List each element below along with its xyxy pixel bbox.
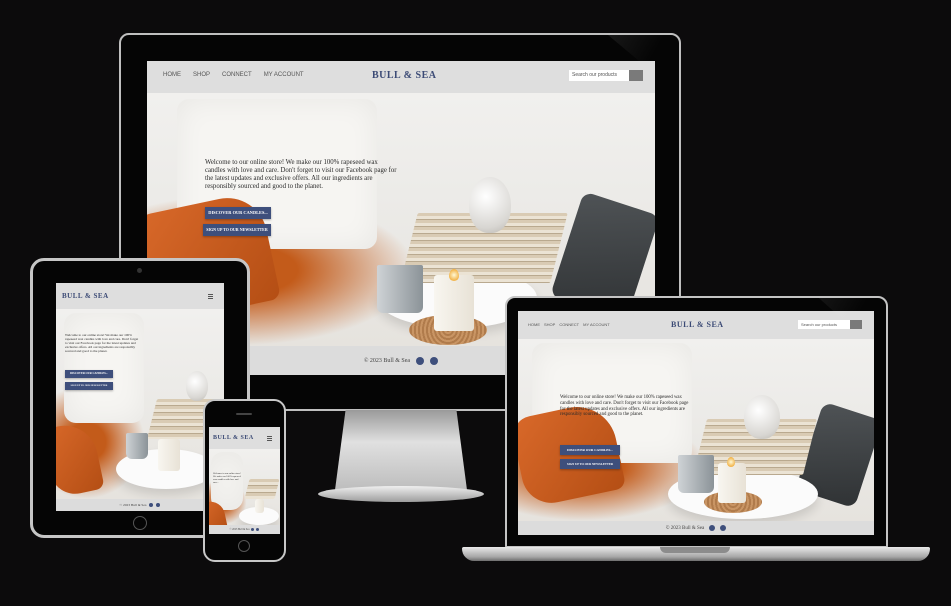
search-input[interactable]: Search our products xyxy=(569,70,629,81)
tablet-discover-button[interactable]: DISCOVER OUR CANDLES... xyxy=(65,370,113,378)
laptop-search-button[interactable] xyxy=(850,320,862,329)
laptop-discover-button[interactable]: DISCOVER OUR CANDLES... xyxy=(560,445,620,455)
phone-hero-image: Welcome to our online store! We make our… xyxy=(209,449,280,525)
laptop-notch xyxy=(660,547,730,553)
tablet-menu-icon[interactable] xyxy=(208,294,213,299)
laptop-navbar: HOME SHOP CONNECT MY ACCOUNT BULL & SEA … xyxy=(518,311,874,339)
laptop-nav-home[interactable]: HOME xyxy=(528,322,540,327)
phone-brand-logo[interactable]: BULL & SEA xyxy=(213,435,254,441)
phone-facebook-icon[interactable] xyxy=(251,528,255,531)
phone-screen: BULL & SEA Welcome to our online store! … xyxy=(209,427,280,534)
brand-logo[interactable]: BULL & SEA xyxy=(372,70,436,81)
laptop-newsletter-button[interactable]: SIGN UP TO OUR NEWSLETTER xyxy=(560,459,620,469)
hero-text: Welcome to our online store! We make our… xyxy=(205,159,397,191)
tablet-hero-image: Welcome to our online store! We make our… xyxy=(56,309,224,499)
laptop-screen: HOME SHOP CONNECT MY ACCOUNT BULL & SEA … xyxy=(518,311,874,535)
search-button[interactable] xyxy=(629,70,643,81)
monitor-base xyxy=(318,486,484,502)
search-form: Search our products xyxy=(569,70,643,81)
phone-menu-icon[interactable] xyxy=(267,436,272,441)
desktop-navbar: HOME SHOP CONNECT MY ACCOUNT BULL & SEA … xyxy=(147,61,655,93)
laptop-footer-copyright: © 2023 Bull & Sea xyxy=(665,525,705,531)
tablet-screen: BULL & SEA Welcome to our online store! … xyxy=(56,283,224,511)
tablet-hero-text: Welcome to our online store! We make our… xyxy=(65,333,139,354)
discover-candles-button[interactable]: DISCOVER OUR CANDLES... xyxy=(205,207,271,219)
laptop-footer: © 2023 Bull & Sea xyxy=(518,521,874,535)
laptop-search-form: Search our products xyxy=(798,320,862,329)
phone-speaker xyxy=(236,413,252,415)
tablet-facebook-icon[interactable] xyxy=(149,503,154,507)
phone-home-button xyxy=(238,540,250,552)
tablet-newsletter-button[interactable]: SIGN UP TO OUR NEWSLETTER xyxy=(65,382,113,390)
tablet-pinterest-icon[interactable] xyxy=(156,503,161,507)
phone-hero-text: Welcome to our online store! We make our… xyxy=(213,472,241,484)
phone-pinterest-icon[interactable] xyxy=(256,528,260,531)
tablet-brand-logo[interactable]: BULL & SEA xyxy=(62,292,109,300)
tablet-camera xyxy=(137,268,142,273)
phone-navbar: BULL & SEA xyxy=(209,427,280,449)
laptop-nav-my-account[interactable]: MY ACCOUNT xyxy=(583,322,610,327)
facebook-icon[interactable] xyxy=(416,356,425,365)
laptop-pinterest-icon[interactable] xyxy=(720,525,727,531)
laptop-nav-shop[interactable]: SHOP xyxy=(544,322,555,327)
phone-footer-copyright: © 2023 Bull & Sea xyxy=(229,528,250,531)
phone-footer: © 2023 Bull & Sea xyxy=(209,525,280,534)
laptop-facebook-icon[interactable] xyxy=(709,525,716,531)
nav-connect[interactable]: CONNECT xyxy=(222,72,252,78)
nav-my-account[interactable]: MY ACCOUNT xyxy=(264,72,304,78)
laptop-search-input[interactable]: Search our products xyxy=(798,320,850,329)
laptop-brand-logo[interactable]: BULL & SEA xyxy=(671,320,724,329)
laptop-hero-image: Welcome to our online store! We make our… xyxy=(518,339,874,521)
tablet-footer-copyright: © 2023 Bull & Sea xyxy=(119,503,147,507)
laptop-hero-text: Welcome to our online store! We make our… xyxy=(560,395,689,418)
tablet-footer: © 2023 Bull & Sea xyxy=(56,499,224,511)
monitor-stand xyxy=(335,410,467,490)
pinterest-icon[interactable] xyxy=(430,356,439,365)
laptop-nav-connect[interactable]: CONNECT xyxy=(559,322,579,327)
newsletter-button[interactable]: SIGN UP TO OUR NEWSLETTER xyxy=(203,224,271,236)
nav-home[interactable]: HOME xyxy=(163,72,181,78)
nav-shop[interactable]: SHOP xyxy=(193,72,210,78)
tablet-home-button xyxy=(133,516,147,530)
footer-copyright: © 2023 Bull & Sea xyxy=(363,357,411,364)
tablet-navbar: BULL & SEA xyxy=(56,283,224,309)
